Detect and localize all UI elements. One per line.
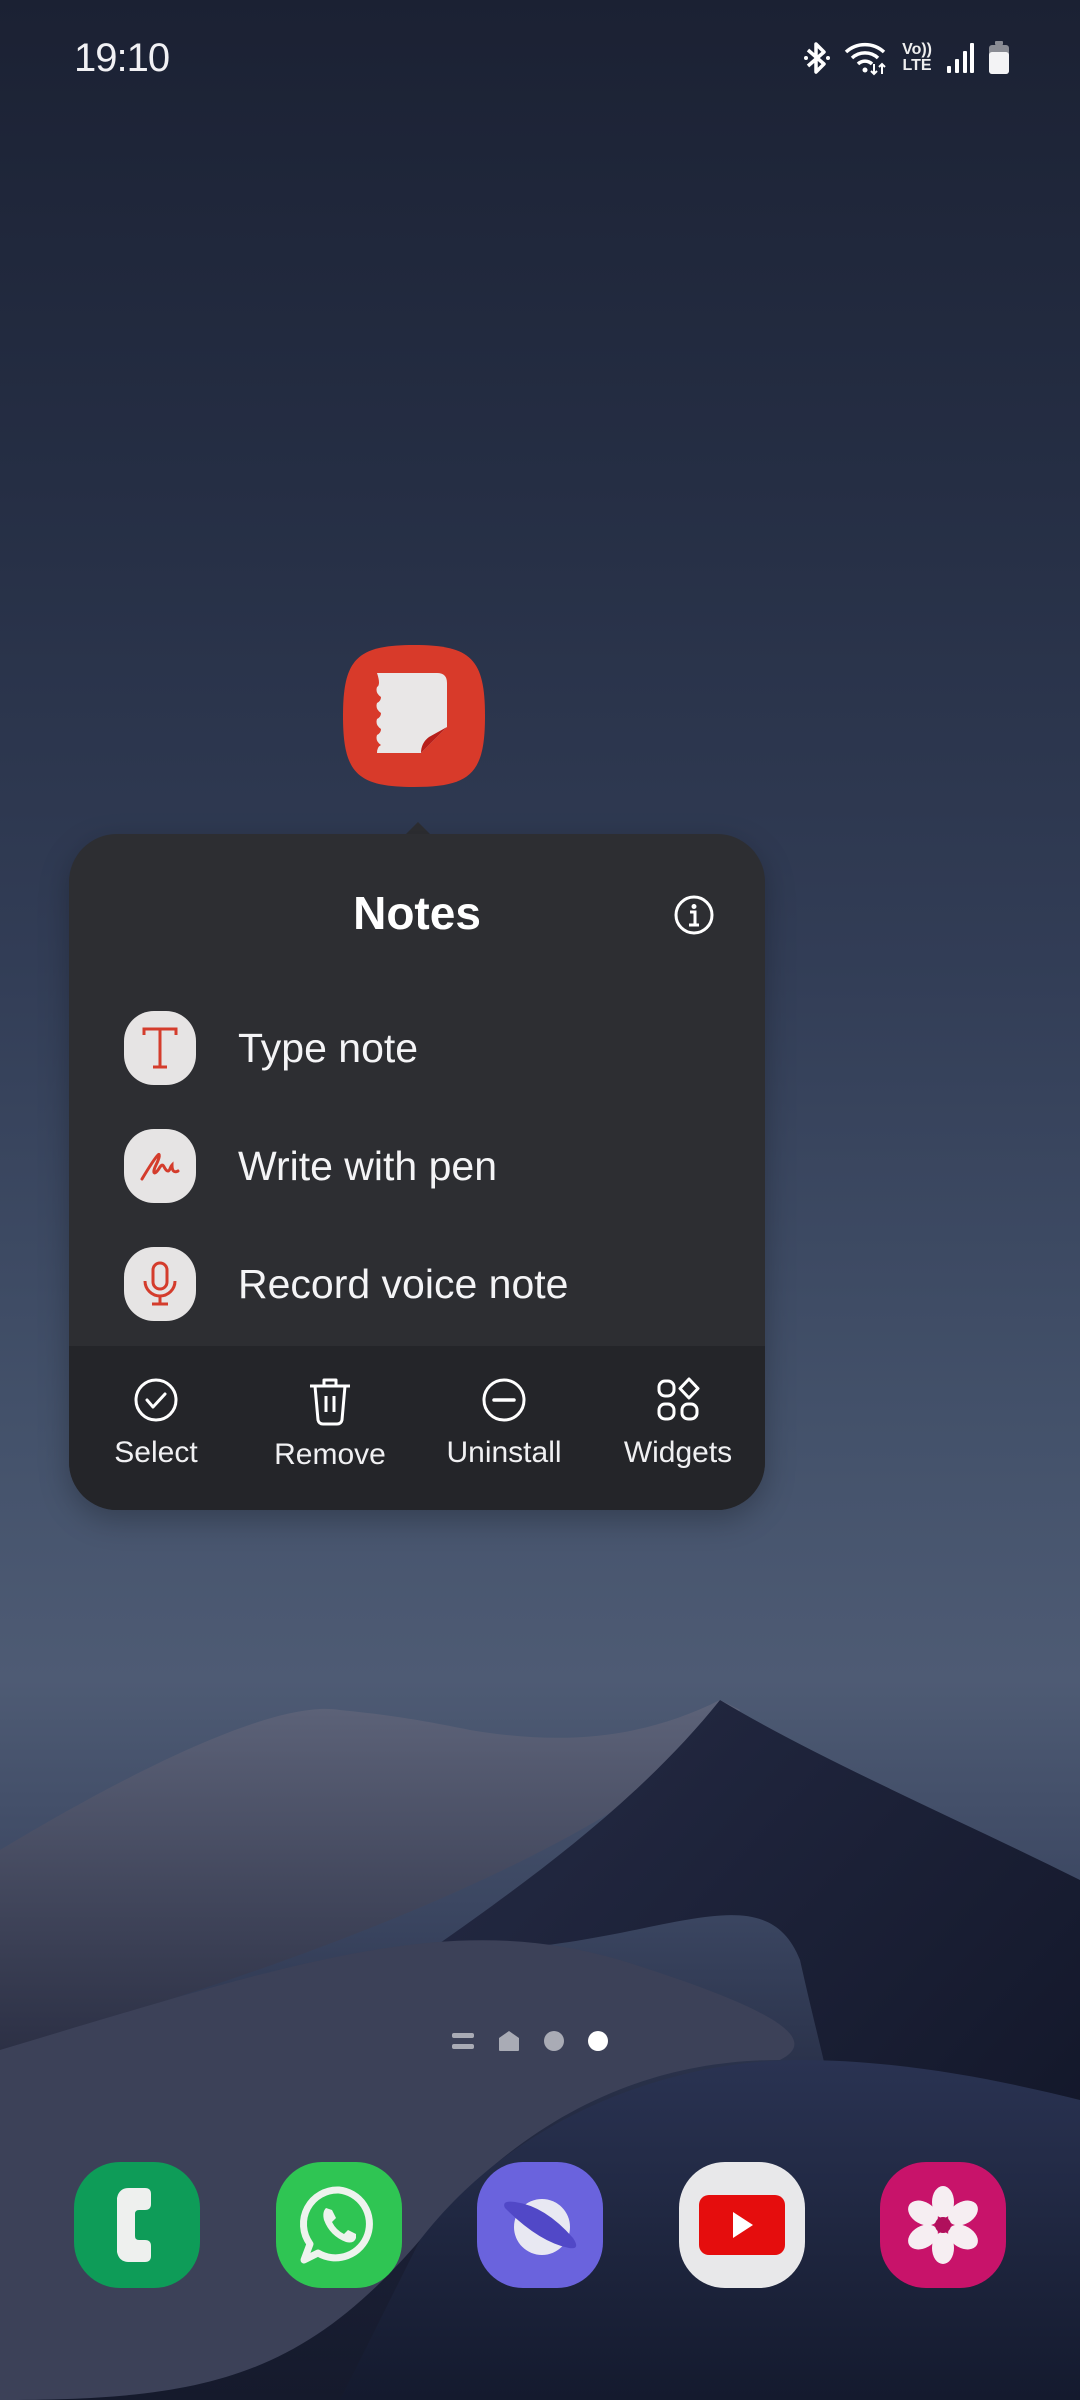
volte-bottom: LTE xyxy=(902,57,932,74)
popup-actions: Select Remove Uninstall Widgets xyxy=(69,1346,765,1510)
action-label: Widgets xyxy=(623,1436,733,1469)
status-bar: 19:10 Vo)) LTE xyxy=(0,0,1080,120)
menu-page-indicator-icon[interactable] xyxy=(452,2031,474,2051)
app-context-menu: Notes Type note Write with pen Record vo… xyxy=(69,834,765,1510)
select-button[interactable]: Select xyxy=(69,1346,243,1510)
shortcut-label: Record voice note xyxy=(238,1260,569,1307)
gallery-flower-icon xyxy=(908,2186,978,2264)
popup-title: Notes xyxy=(353,887,481,939)
check-circle-icon xyxy=(134,1378,178,1422)
widgets-icon xyxy=(657,1377,700,1421)
volte-top: Vo)) xyxy=(902,41,932,58)
action-label: Remove xyxy=(274,1438,386,1471)
gallery-app[interactable] xyxy=(880,2162,1006,2288)
youtube-app[interactable] xyxy=(678,2162,805,2288)
widgets-button[interactable]: Widgets xyxy=(591,1346,765,1510)
remove-button[interactable]: Remove xyxy=(243,1346,417,1510)
page-dot-active[interactable] xyxy=(588,2031,608,2051)
shortcut-write-with-pen[interactable]: Write with pen xyxy=(124,1126,497,1206)
youtube-icon xyxy=(698,2195,785,2255)
phone-icon xyxy=(117,2188,151,2262)
info-icon[interactable] xyxy=(673,894,715,936)
page-indicator[interactable] xyxy=(452,2030,608,2052)
volte-icon: Vo)) LTE xyxy=(902,42,932,74)
minus-circle-icon xyxy=(482,1378,526,1422)
samsung-notes-icon[interactable] xyxy=(341,643,487,789)
bluetooth-icon xyxy=(804,42,831,74)
signal-icon xyxy=(947,43,974,73)
uninstall-button[interactable]: Uninstall xyxy=(417,1346,591,1510)
internet-app[interactable] xyxy=(477,2162,603,2288)
action-label: Uninstall xyxy=(446,1436,562,1469)
type-text-icon xyxy=(124,1011,196,1085)
wifi-icon xyxy=(844,42,886,76)
trash-icon xyxy=(310,1378,350,1426)
whatsapp-app[interactable] xyxy=(275,2162,402,2288)
shortcut-type-note[interactable]: Type note xyxy=(124,1008,418,1088)
page-dot[interactable] xyxy=(544,2031,564,2051)
shortcut-label: Type note xyxy=(238,1024,419,1071)
status-icons: Vo)) LTE xyxy=(804,40,1010,76)
shortcut-record-voice-note[interactable]: Record voice note xyxy=(124,1244,568,1324)
whatsapp-icon xyxy=(299,2186,373,2264)
action-label: Select xyxy=(114,1436,198,1469)
clock: 19:10 xyxy=(74,36,170,80)
home-page-indicator-icon[interactable] xyxy=(498,2030,520,2052)
internet-planet-icon xyxy=(504,2199,577,2255)
handwriting-icon xyxy=(124,1129,196,1203)
microphone-icon xyxy=(124,1247,196,1321)
phone-app[interactable] xyxy=(74,2162,200,2288)
dock xyxy=(74,2162,1006,2288)
shortcut-label: Write with pen xyxy=(238,1142,498,1189)
battery-icon xyxy=(989,41,1009,74)
